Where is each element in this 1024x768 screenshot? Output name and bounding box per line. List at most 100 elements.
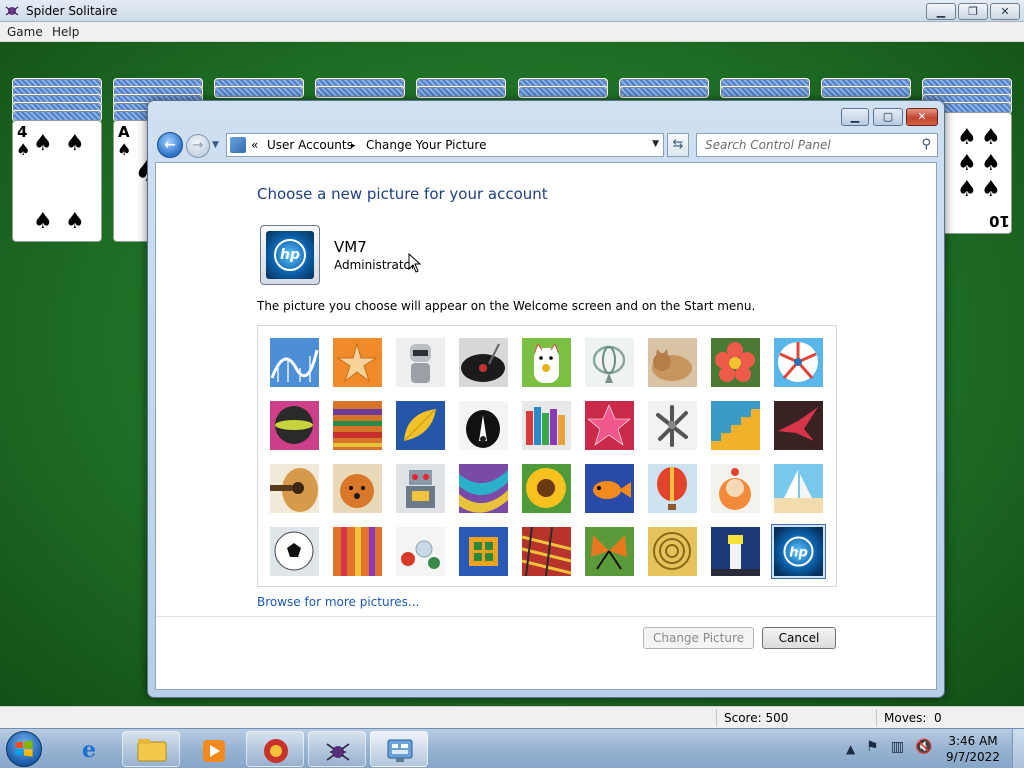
- card-rank: 10: [989, 212, 1010, 230]
- soccer-ball-picture[interactable]: [270, 527, 319, 576]
- change-picture-button[interactable]: Change Picture: [643, 627, 754, 649]
- fabric-picture[interactable]: [333, 401, 382, 450]
- dog-picture[interactable]: [459, 401, 508, 450]
- window-title: Spider Solitaire: [26, 4, 118, 18]
- breadcrumb-user-accounts[interactable]: User Accounts: [267, 138, 353, 152]
- robot-picture[interactable]: [396, 338, 445, 387]
- picture-grid: hp: [257, 325, 837, 587]
- leaf-picture[interactable]: [396, 401, 445, 450]
- solitaire-menubar: Game Help: [0, 22, 1024, 42]
- red-game-icon: [264, 739, 288, 763]
- dialog-close-button[interactable]: ✕: [906, 108, 938, 126]
- ball-picture[interactable]: [270, 401, 319, 450]
- moves-label: Moves:: [884, 711, 927, 725]
- scarf-picture[interactable]: [459, 464, 508, 513]
- card-rank: A: [118, 123, 130, 141]
- breadcrumb-separator-icon[interactable]: ▸: [351, 141, 356, 151]
- breadcrumb-change-your-picture[interactable]: Change Your Picture: [366, 138, 486, 152]
- sunflower-picture[interactable]: [522, 464, 571, 513]
- refresh-button[interactable]: ⇆: [667, 133, 689, 157]
- butterfly-picture[interactable]: [585, 527, 634, 576]
- spade-icon: ♠: [117, 140, 132, 159]
- taskbar-internet-explorer[interactable]: e: [60, 731, 118, 767]
- crayons-picture[interactable]: [522, 401, 571, 450]
- taskbar-solitaire-red[interactable]: [246, 731, 304, 767]
- taskbar-control-panel[interactable]: [370, 731, 428, 767]
- dialog-minimize-button[interactable]: ▁: [841, 108, 869, 126]
- card-four-of-spades[interactable]: 4 ♠ ♠ ♠ ♠ ♠: [12, 120, 102, 242]
- paper-star-picture[interactable]: [585, 401, 634, 450]
- marbles-picture[interactable]: [396, 527, 445, 576]
- flower-picture[interactable]: [711, 338, 760, 387]
- show-desktop-button[interactable]: [1012, 729, 1024, 768]
- status-divider: [876, 709, 877, 727]
- svg-text:hp: hp: [789, 546, 808, 561]
- card-back: [821, 86, 911, 98]
- maximize-icon: ▢: [882, 110, 894, 123]
- card-back: [720, 86, 810, 98]
- taskbar-media-player[interactable]: [184, 731, 242, 767]
- cancel-button[interactable]: Cancel: [762, 627, 836, 649]
- close-button[interactable]: ✕: [990, 3, 1020, 20]
- weave-picture[interactable]: [333, 527, 382, 576]
- kitten-picture[interactable]: [648, 338, 697, 387]
- search-icon[interactable]: ⚲: [921, 137, 931, 152]
- window-picture[interactable]: [459, 527, 508, 576]
- spade-icon: ♠: [16, 140, 31, 159]
- sailboat-picture[interactable]: [774, 464, 823, 513]
- minimize-button[interactable]: ▁: [926, 3, 956, 20]
- close-icon: ✕: [917, 110, 927, 123]
- fish-picture[interactable]: [585, 464, 634, 513]
- account-name: VM7: [334, 238, 367, 256]
- pinwheel-picture[interactable]: [774, 338, 823, 387]
- address-bar[interactable]: « User Accounts ▸ Change Your Picture ▼: [226, 133, 664, 157]
- dialog-maximize-button[interactable]: ▢: [873, 108, 903, 126]
- current-account-picture: hp: [260, 225, 320, 285]
- stairs-picture[interactable]: [711, 401, 760, 450]
- restore-button[interactable]: ❐: [958, 3, 988, 20]
- menu-game[interactable]: Game: [7, 25, 43, 39]
- lucky-cat-picture[interactable]: [522, 338, 571, 387]
- search-input[interactable]: Search Control Panel ⚲: [696, 133, 938, 157]
- start-button[interactable]: [6, 731, 42, 767]
- toy-robot-picture[interactable]: [396, 464, 445, 513]
- spade-icon: ♠: [981, 177, 1001, 202]
- taskbar-windows-explorer[interactable]: [122, 731, 180, 767]
- volume-muted-icon[interactable]: 🔇: [915, 739, 932, 755]
- puppy-picture[interactable]: [333, 464, 382, 513]
- folder-icon: [137, 739, 167, 762]
- search-placeholder: Search Control Panel: [705, 138, 831, 152]
- origami-crane-picture[interactable]: [774, 401, 823, 450]
- hp-logo-picture[interactable]: hp: [771, 524, 826, 579]
- starfish-picture[interactable]: [333, 338, 382, 387]
- recent-pages-dropdown[interactable]: ▼: [212, 140, 219, 150]
- mouse-cursor-icon: [408, 253, 422, 273]
- gyroscope-picture[interactable]: [585, 338, 634, 387]
- taskbar-spider-solitaire[interactable]: [308, 731, 366, 767]
- back-button[interactable]: ←: [157, 132, 183, 158]
- spade-icon: ♠: [981, 151, 1001, 176]
- clock[interactable]: 3:46 AM 9/7/2022: [944, 733, 1002, 765]
- forward-button[interactable]: →: [186, 134, 210, 158]
- jacks-picture[interactable]: [648, 401, 697, 450]
- moves-value: 0: [934, 711, 942, 725]
- lighthouse-picture[interactable]: [711, 527, 760, 576]
- menu-help[interactable]: Help: [52, 25, 79, 39]
- show-hidden-icons-button[interactable]: ▲: [846, 742, 855, 756]
- control-panel-icon: [387, 739, 413, 762]
- action-center-flag-icon[interactable]: ⚑: [866, 739, 879, 755]
- doll-picture[interactable]: [711, 464, 760, 513]
- roller-coaster-picture[interactable]: [270, 338, 319, 387]
- refresh-icon: ⇆: [672, 137, 684, 152]
- network-icon[interactable]: ▥: [891, 739, 904, 755]
- hot-air-balloon-picture[interactable]: [648, 464, 697, 513]
- page-title: Choose a new picture for your account: [257, 185, 548, 203]
- chevron-down-icon[interactable]: ▼: [652, 139, 659, 149]
- record-player-picture[interactable]: [459, 338, 508, 387]
- browse-more-pictures-link[interactable]: Browse for more pictures...: [257, 595, 419, 609]
- breadcrumb-overflow[interactable]: «: [251, 138, 258, 152]
- spiral-picture[interactable]: [648, 527, 697, 576]
- control-panel-icon: [230, 137, 246, 153]
- guitar-picture[interactable]: [270, 464, 319, 513]
- textile-picture[interactable]: [522, 527, 571, 576]
